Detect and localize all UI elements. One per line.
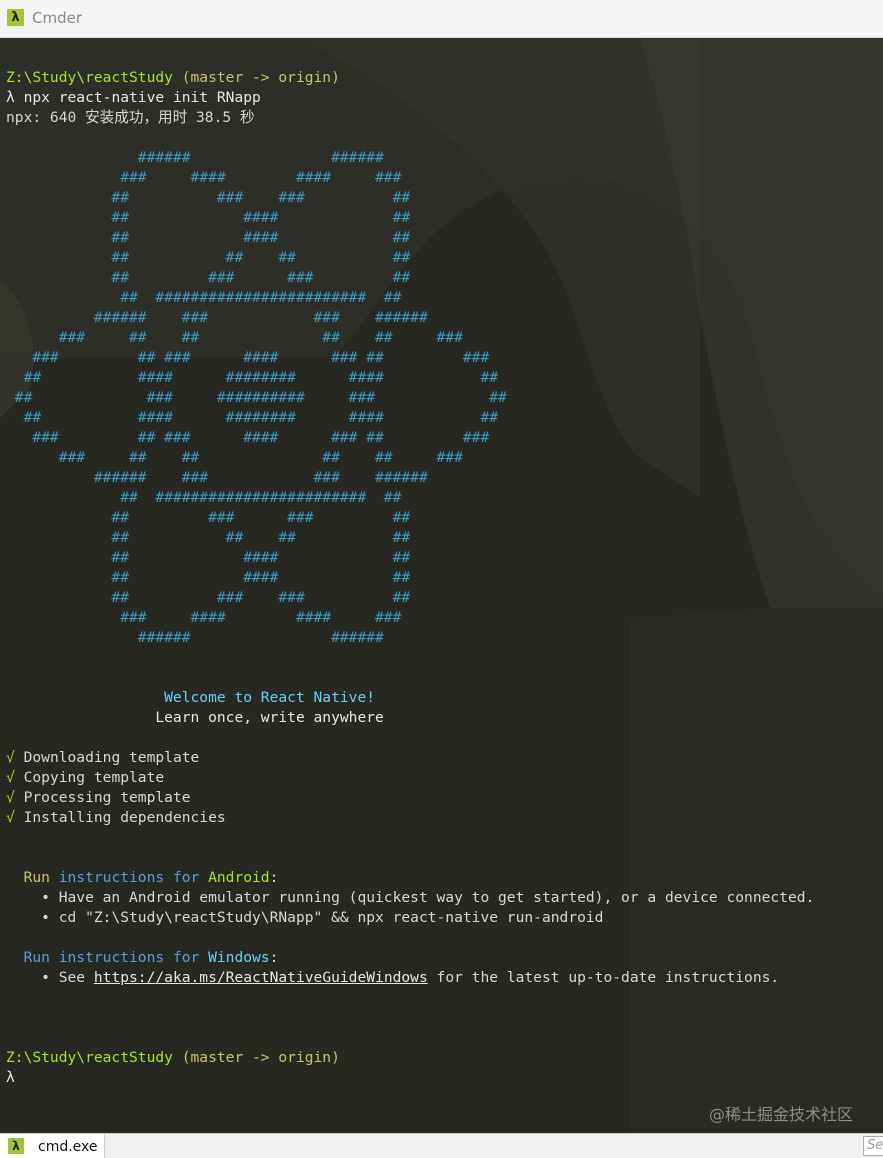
logo-line: ## ### ### ## (6, 589, 411, 606)
command-line: λ npx react-native init RNapp (6, 88, 814, 108)
logo-line: ###### ### ### ###### (6, 469, 428, 486)
colon: : (269, 869, 279, 886)
logo-line: ### ## ### #### ### ## ### (6, 429, 490, 446)
title-bar: λ Cmder (0, 0, 883, 38)
step-line: √ Copying template (6, 768, 814, 788)
step-line: √ Installing dependencies (6, 808, 814, 828)
logo-line: ## #### ## (6, 569, 411, 586)
window-title: Cmder (32, 9, 83, 27)
npx-output: npx: 640 安装成功，用时 38.5 秒 (6, 109, 255, 126)
windows-heading: Run instructions for Windows: (6, 948, 814, 968)
prompt-path: Z:\Study\reactStudy (6, 69, 173, 86)
platform-name: Android (208, 869, 270, 886)
tab-cmd[interactable]: λ cmd.exe (0, 1134, 105, 1158)
bullet-suffix: for the latest up-to-date instructions. (427, 969, 780, 986)
logo-line: ### #### #### ### (6, 169, 402, 186)
step-text: Processing template (14, 789, 191, 806)
logo-line: ## #### ## (6, 229, 411, 246)
cmder-lambda-icon: λ (8, 1138, 24, 1154)
logo-line: ## #### ## (6, 549, 411, 566)
logo-line: ###### ###### (6, 629, 384, 646)
git-branch: (master -> origin) (172, 69, 340, 86)
command-text: npx react-native init RNapp (14, 89, 261, 106)
android-heading: Run instructions for Android: (6, 868, 814, 888)
check-icon: √ (6, 809, 15, 826)
android-bullet: • Have an Android emulator running (quic… (6, 889, 815, 906)
step-text: Installing dependencies (14, 809, 226, 826)
check-icon: √ (6, 789, 15, 806)
colon: : (269, 949, 279, 966)
windows-guide-link[interactable]: https://aka.ms/ReactNativeGuideWindows (94, 969, 428, 986)
run-word: Run (6, 869, 50, 886)
instructions-for: instructions for (49, 869, 209, 886)
logo-line: ## #### ## (6, 209, 411, 226)
prompt-line: Z:\Study\reactStudy (master -> origin) (6, 68, 814, 88)
logo-line: ### ## ## ## ## ### (6, 449, 463, 466)
android-bullet: • cd "Z:\Study\reactStudy\RNapp" && npx … (6, 909, 604, 926)
cmder-lambda-icon: λ (7, 9, 24, 26)
watermark: @稀土掘金技术社区 (708, 1105, 853, 1124)
logo-line: ### #### #### ### (6, 609, 402, 626)
bullet-prefix: • See (6, 969, 94, 986)
tab-label: cmd.exe (38, 1139, 98, 1155)
logo-line: ### ## ## ## ## ### (6, 329, 463, 346)
logo-line: ## ### ### ## (6, 189, 411, 206)
logo-line: ## ## ## ## (6, 529, 411, 546)
git-branch: (master -> origin) (172, 1049, 340, 1066)
check-icon: √ (6, 769, 15, 786)
windows-bullet: • See https://aka.ms/ReactNativeGuideWin… (6, 968, 814, 988)
prompt-path: Z:\Study\reactStudy (6, 1049, 173, 1066)
logo-line: ## ### ### ## (6, 509, 411, 526)
tab-bar: λ cmd.exe Search (0, 1133, 883, 1158)
step-line: √ Downloading template (6, 748, 814, 768)
step-line: √ Processing template (6, 788, 814, 808)
logo-line: ###### ###### (6, 149, 384, 166)
instructions-for: instructions for (49, 949, 209, 966)
logo-line: ## #### ######## #### ## (6, 409, 499, 426)
run-word: Run (6, 949, 50, 966)
prompt-symbol: λ (6, 1069, 15, 1086)
react-native-ascii-logo: ###### ###### ### #### #### ### ## ### #… (6, 148, 814, 648)
prompt-line: Z:\Study\reactStudy (master -> origin) (6, 1048, 814, 1068)
search-input[interactable]: Search (863, 1136, 883, 1156)
check-icon: √ (6, 749, 15, 766)
logo-line: ### ## ### #### ### ## ### (6, 349, 490, 366)
logo-line: ## #### ######## #### ## (6, 369, 499, 386)
prompt-symbol: λ (6, 89, 15, 106)
logo-line: ## ### ### ## (6, 269, 411, 286)
welcome-text: Welcome to React Native! (6, 689, 376, 706)
logo-line: ## ## ## ## (6, 249, 411, 266)
tagline-text: Learn once, write anywhere (6, 709, 384, 726)
step-text: Downloading template (14, 749, 200, 766)
logo-line: ## ######################## ## (6, 489, 402, 506)
logo-line: ## ######################## ## (6, 289, 402, 306)
platform-name: Windows (208, 949, 270, 966)
logo-line: ###### ### ### ###### (6, 309, 428, 326)
step-text: Copying template (14, 769, 165, 786)
terminal-area[interactable]: Z:\Study\reactStudy (master -> origin) λ… (0, 38, 883, 1133)
terminal-output: Z:\Study\reactStudy (master -> origin) λ… (6, 68, 814, 1088)
logo-line: ## ### ########## ### ## (6, 389, 507, 406)
